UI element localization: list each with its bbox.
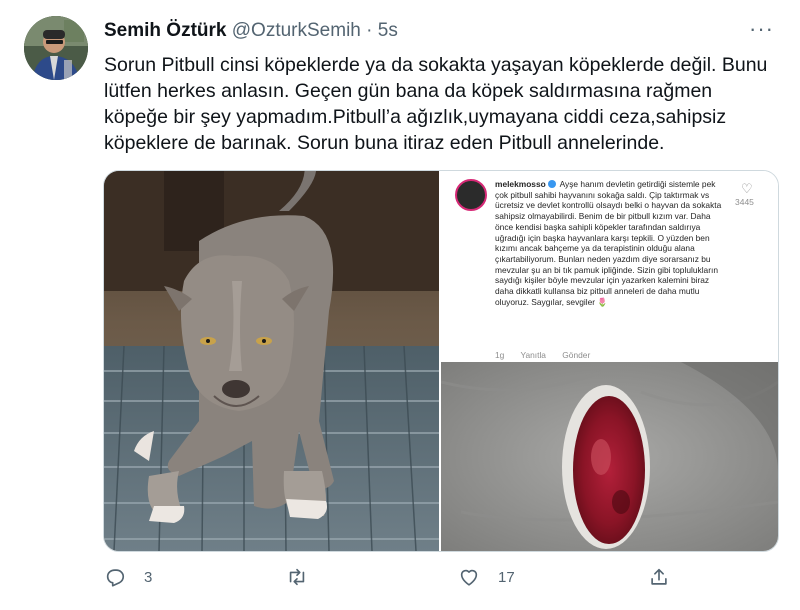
wound-photo[interactable]	[441, 362, 778, 551]
ig-send: Gönder	[562, 350, 591, 360]
like-button[interactable]: 17	[458, 566, 515, 588]
pitbull-photo[interactable]	[104, 171, 439, 551]
tweet-header: Semih Öztürk @OzturkSemih · 5s	[104, 20, 398, 42]
verified-icon	[547, 180, 556, 188]
author-handle[interactable]: @OzturkSemih	[232, 20, 361, 41]
ig-avatar	[455, 179, 487, 211]
retweet-icon	[289, 568, 305, 586]
ig-heart-icon: ♡	[741, 181, 753, 196]
tweet-action-bar: 3 17	[104, 566, 674, 596]
tweet-text: Sorun Pitbull cinsi köpeklerde ya da sok…	[104, 54, 768, 154]
separator-dot: ·	[366, 20, 373, 41]
avatar-image	[24, 16, 88, 80]
author-avatar[interactable]	[24, 16, 88, 80]
share-button[interactable]	[648, 566, 670, 588]
pitbull-image	[104, 171, 439, 551]
like-count: 17	[498, 568, 515, 586]
retweet-button[interactable]	[286, 566, 326, 588]
wound-image	[441, 362, 778, 551]
heart-icon	[460, 569, 478, 586]
ig-reply: Yanıtla	[520, 350, 546, 360]
tweet-timestamp[interactable]: 5s	[378, 20, 398, 41]
media-grid: melekmosso Ayşe hanım devletin getirdiği…	[103, 170, 779, 552]
author-name[interactable]: Semih Öztürk	[104, 20, 226, 41]
instagram-comment-screenshot[interactable]: melekmosso Ayşe hanım devletin getirdiği…	[441, 171, 778, 360]
share-icon	[651, 568, 667, 585]
reply-count: 3	[144, 568, 153, 586]
ig-comment: melekmosso Ayşe hanım devletin getirdiği…	[495, 179, 727, 307]
ig-username: melekmosso	[495, 179, 546, 189]
ig-time: 1g	[495, 350, 505, 360]
ig-comment-meta: 1g Yanıtla Gönder	[495, 350, 604, 360]
ig-like-count: 3445	[735, 197, 754, 207]
reply-button[interactable]: 3	[104, 566, 152, 588]
ig-comment-text: Ayşe hanım devletin getirdiği sistemle p…	[495, 179, 722, 307]
reply-icon	[106, 569, 125, 587]
more-options-icon[interactable]: ···	[749, 18, 774, 40]
